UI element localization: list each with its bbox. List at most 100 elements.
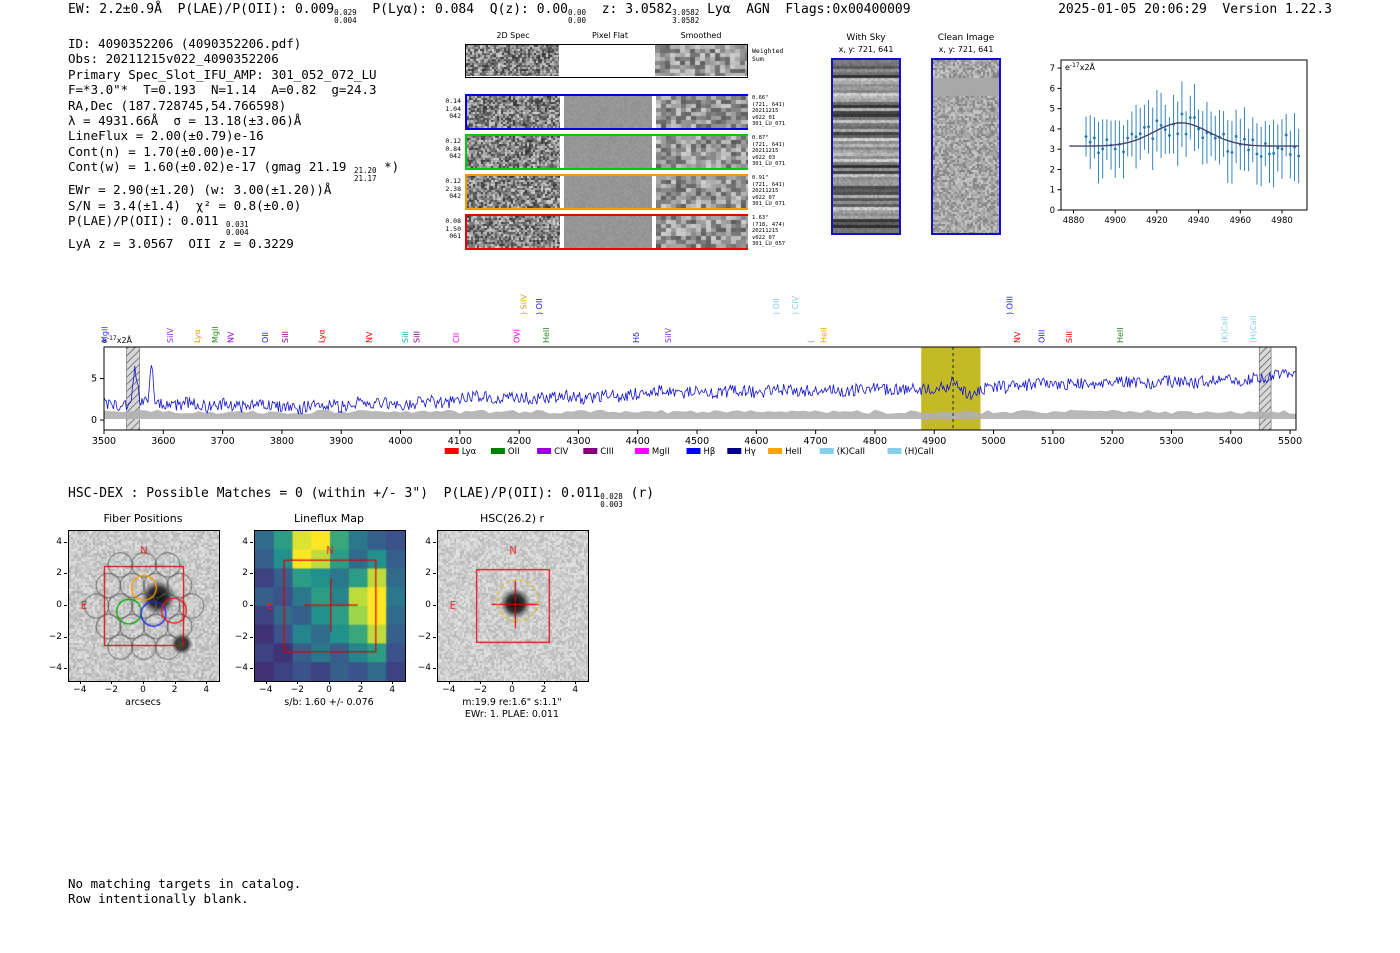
tick-label: 0 <box>56 600 62 610</box>
amp-row-weights: 0.08 1.50 061 <box>439 217 461 241</box>
emission-line-label: MgII <box>211 326 220 343</box>
legend-swatch <box>686 448 701 454</box>
amp-id-line: 301_LU_071 <box>752 121 786 128</box>
spec-strip-flat <box>564 136 652 168</box>
text-segment: P(Lyα): 0.084 Q(z): 0.00 <box>356 2 569 17</box>
svg-text:4960: 4960 <box>1229 216 1251 226</box>
tick-mark <box>480 681 482 684</box>
tick-label: −4 <box>73 685 87 695</box>
info-line: Obs: 20211215v022_4090352206 <box>68 51 399 66</box>
emission-line-label: HeII <box>1116 327 1125 343</box>
amp-id-line: 0.91" <box>752 175 769 181</box>
tick-mark <box>111 681 113 684</box>
amp-id-line: 1.63" <box>752 215 769 221</box>
emission-line-label: NV <box>365 331 374 343</box>
text-segment: Cont(w) = 1.60(±0.02)e-17 (gmag 21.19 <box>68 159 354 175</box>
stacked-uncertainty: 0.028 0.003 <box>600 493 623 508</box>
svg-text:4500: 4500 <box>685 436 709 447</box>
emission-line-label: ) OII <box>772 298 781 315</box>
tick-label: 0 <box>509 685 515 695</box>
stacked-uncertainty: 3.0582 3.0582 <box>672 9 699 24</box>
flux-units-label: e-17x2Å <box>1065 61 1096 72</box>
svg-text:4: 4 <box>1050 125 1055 135</box>
spec-strip-noisy <box>467 216 560 248</box>
amp-id-line: 0.66" <box>752 95 769 101</box>
amp-row-id: 0.87" (721, 641) 20211215 v022_03 301_LU_071 <box>752 135 785 168</box>
weight-value: 061 <box>449 232 461 240</box>
tick-label: 0 <box>425 600 431 610</box>
svg-text:0: 0 <box>91 415 97 426</box>
emission-line-label: SiII <box>281 331 290 343</box>
tick-label: 2 <box>242 568 248 579</box>
amp-row-id: 0.91" (721, 641) 20211215 v022_07 301_LU_071 <box>752 175 785 208</box>
svg-text:4100: 4100 <box>448 436 472 447</box>
clean-image-image <box>933 60 999 233</box>
svg-text:5: 5 <box>91 374 97 385</box>
text-segment: *) <box>376 159 400 175</box>
hsc-r-image <box>437 530 589 682</box>
text-segment: RA,Dec (187.728745,54.766598) <box>68 97 287 113</box>
emission-line-label: OIII <box>1038 330 1047 343</box>
svg-text:4980: 4980 <box>1271 216 1293 226</box>
amp-row-id: 1.63" (718, 474) 20211215 v022_07 301_LU_057 <box>752 215 785 248</box>
weighted-sum-label: Weighted Sum <box>752 47 783 63</box>
amp-row-weights: 0.12 0.84 042 <box>439 137 461 161</box>
emission-line-label: OVI <box>512 329 521 343</box>
weighted-sum-label-line: Sum <box>752 54 764 63</box>
amp-id-line: (721, 641) <box>752 141 786 148</box>
tick-mark <box>543 681 545 684</box>
spec-strip-flat <box>564 216 652 248</box>
clean-image-cutout <box>931 58 1001 235</box>
tick-mark <box>433 668 436 670</box>
amp-id-line: 20211215 <box>752 148 779 155</box>
clean-image-title: Clean Image <box>937 33 995 43</box>
tick-label: 2 <box>425 568 431 579</box>
tick-mark <box>329 681 330 684</box>
amp-row-weights: 0.14 1.04 042 <box>439 97 461 121</box>
amp-id-line: (721, 641) <box>752 101 786 108</box>
spec-strip-flat <box>564 96 652 128</box>
info-line: ID: 4090352206 (4090352206.pdf) <box>68 36 399 51</box>
text-segment: Obs: 20211215v022_4090352206 <box>68 51 279 67</box>
svg-text:4900: 4900 <box>1104 216 1126 226</box>
tick-mark <box>206 681 208 684</box>
svg-text:3600: 3600 <box>151 436 175 447</box>
stacked-uncertainty: 0.00 0.00 <box>568 9 586 24</box>
legend-swatch <box>583 448 598 454</box>
elixer-report-page: { "header": { "parts": [ {"t":"EW: 2.2±0… <box>0 0 1400 953</box>
tick-label: −2 <box>234 631 248 642</box>
emission-line-label: ) CIV <box>791 295 800 315</box>
legend-swatch <box>727 448 742 454</box>
svg-text:5000: 5000 <box>981 436 1005 447</box>
weight-value: 042 <box>449 112 461 120</box>
svg-text:3: 3 <box>1050 145 1055 155</box>
emission-line-label: SiII <box>401 331 410 343</box>
tick-label: 4 <box>572 685 579 695</box>
svg-text:4900: 4900 <box>922 436 946 447</box>
text-segment: F=*3.0"* T=0.193 N=1.14 A=0.82 g=24.3 <box>68 82 377 98</box>
spec-strip-noisy <box>466 45 559 76</box>
amp-id-line: 301_LU_071 <box>752 161 786 168</box>
spec-strip-smooth <box>656 216 748 248</box>
emission-line-label: Lyα <box>193 329 202 343</box>
legend-swatch <box>768 448 783 454</box>
uncertainty-low: 21.17 <box>353 173 377 183</box>
emission-line-label: ) OIII <box>1006 296 1015 315</box>
tick-mark <box>392 681 394 684</box>
tick-label: 0 <box>326 685 332 695</box>
info-line: λ = 4931.66Å σ = 13.18(±3.06)Å <box>68 113 399 128</box>
info-line: Cont(w) = 1.60(±0.02)e-17 (gmag 21.19 21… <box>68 159 399 182</box>
tick-label: 2 <box>56 568 62 579</box>
info-line: P(LAE)/P(OII): 0.011 0.031 0.004 <box>68 213 399 236</box>
tick-label: 2 <box>540 685 547 695</box>
tick-mark <box>512 681 513 684</box>
info-line: Primary Spec_Slot_IFU_AMP: 301_052_072_L… <box>68 67 399 82</box>
tick-mark <box>448 681 450 684</box>
svg-text:4800: 4800 <box>863 436 887 447</box>
tick-mark <box>265 681 267 684</box>
amp-id-line: 301_LU_071 <box>752 201 786 208</box>
tick-label: 4 <box>389 685 396 695</box>
error-band <box>104 409 1296 419</box>
legend-label: CIII <box>600 447 613 457</box>
uncertainty-low: 0.004 <box>226 227 249 237</box>
